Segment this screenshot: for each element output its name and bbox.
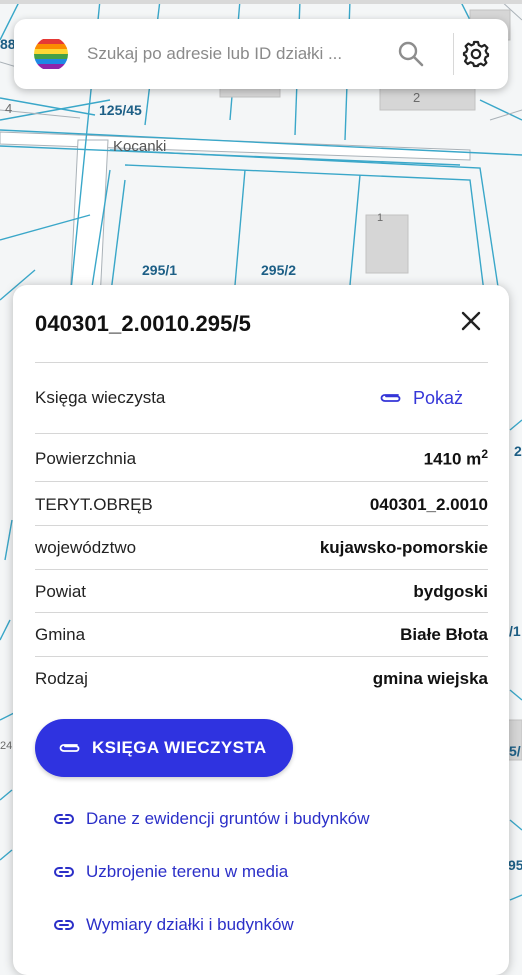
dimensions-link[interactable]: Wymiary działki i budynków (53, 911, 294, 939)
ksiega-button-label: KSIĘGA WIECZYSTA (92, 738, 267, 757)
paperclip-icon (380, 394, 401, 402)
magnifier-icon (398, 41, 424, 67)
link-icon (53, 867, 75, 877)
county-label: Powiat (35, 582, 87, 601)
land-registry-link[interactable]: Dane z ewidencji gruntów i budynków (53, 805, 370, 833)
commune-type-value: gmina wiejska (372, 669, 488, 688)
gear-icon (462, 40, 490, 68)
close-icon (461, 311, 481, 331)
map-label: 1 (377, 212, 384, 224)
voivodeship-value: kujawsko-pomorskie (319, 538, 488, 557)
divider (35, 656, 488, 657)
commune-label: Gmina (35, 625, 86, 644)
dimensions-link-label: Wymiary działki i budynków (86, 915, 294, 934)
parcel-details-panel: 040301_2.0010.295/5 Księga wieczysta Pok… (13, 285, 509, 975)
county-value: bydgoski (413, 582, 488, 601)
voivodeship-label: województwo (35, 538, 137, 557)
divider (35, 433, 488, 434)
ksiega-label: Księga wieczysta (35, 388, 166, 407)
map-label: 125/45 (99, 102, 142, 118)
settings-button[interactable] (457, 37, 495, 71)
area-value: 1410 m2 (424, 447, 488, 470)
divider (35, 569, 488, 570)
link-icon (53, 814, 75, 824)
divider (35, 525, 488, 526)
commune-type-label: Rodzaj (35, 669, 88, 688)
place-name-label: Kocanki (113, 138, 167, 155)
search-button[interactable] (396, 39, 426, 69)
land-registry-link-label: Dane z ewidencji gruntów i budynków (86, 809, 370, 828)
utilities-link-label: Uzbrojenie terenu w media (86, 862, 289, 881)
area-unit-exponent: 2 (481, 447, 488, 461)
map-label: 4 (5, 101, 13, 116)
map-label: 95 (508, 857, 522, 873)
search-divider (453, 33, 454, 75)
area-label: Powierzchnia (35, 449, 137, 468)
divider (35, 612, 488, 613)
parcel-id-title: 040301_2.0010.295/5 (35, 311, 252, 336)
divider (35, 362, 488, 363)
link-icon (53, 920, 75, 930)
teryt-value: 040301_2.0010 (369, 495, 488, 514)
rainbow-stripes-logo (34, 37, 68, 71)
area-number: 1410 m (423, 449, 482, 469)
map-label: /1 (509, 623, 521, 639)
paperclip-icon (59, 744, 80, 752)
search-bar (14, 19, 508, 89)
teryt-label: TERYT.OBRĘB (35, 495, 153, 514)
show-ksiega-link[interactable]: Pokaż (379, 384, 463, 412)
map-label: 24 (0, 740, 13, 752)
divider (35, 481, 488, 482)
map-label: 2 (514, 443, 522, 459)
search-input[interactable] (85, 43, 359, 65)
map-label: 295/1 (142, 262, 178, 278)
map-label: 5/ (509, 743, 521, 759)
ksiega-wieczysta-button[interactable]: KSIĘGA WIECZYSTA (35, 719, 293, 777)
show-link-label: Pokaż (413, 387, 464, 408)
close-button[interactable] (456, 306, 486, 336)
map-label: 295/2 (261, 262, 297, 278)
utilities-link[interactable]: Uzbrojenie terenu w media (53, 858, 288, 886)
map-label: 2 (413, 90, 421, 105)
commune-value: Białe Błota (400, 625, 488, 644)
